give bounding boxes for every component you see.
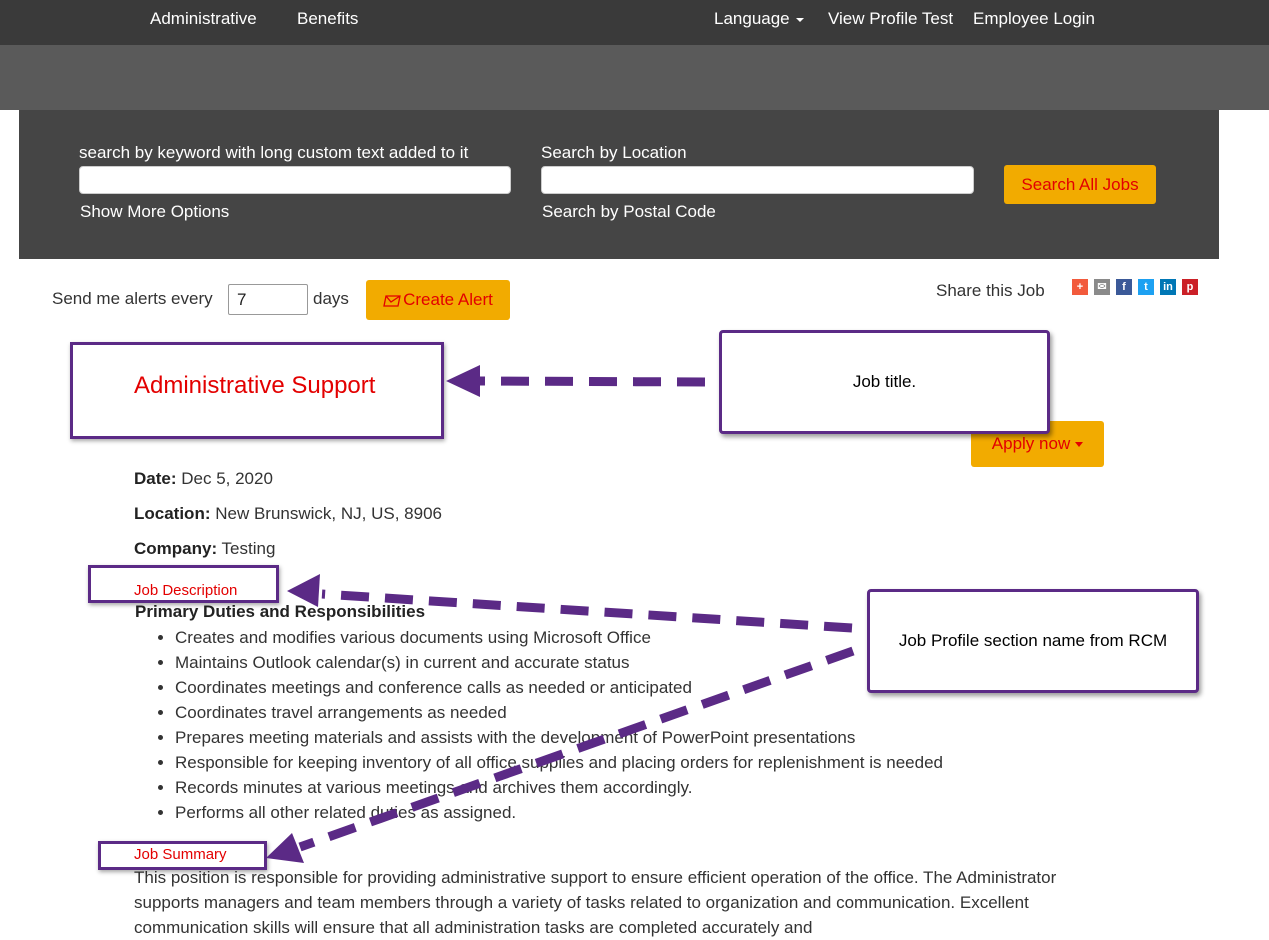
caret-down-icon <box>1075 442 1084 448</box>
email-icon[interactable]: ✉ <box>1094 279 1110 295</box>
alert-days-label: days <box>313 289 349 308</box>
search-all-jobs-button[interactable]: Search All Jobs <box>1004 165 1156 204</box>
list-item: Coordinates travel arrangements as neede… <box>175 700 943 725</box>
section-name-callout: Job Profile section name from RCM <box>867 589 1199 693</box>
nav-view-profile[interactable]: View Profile Test <box>828 9 953 29</box>
language-dropdown[interactable]: Language <box>714 9 804 29</box>
job-title-highlight-box <box>70 342 444 439</box>
job-location: Location: New Brunswick, NJ, US, 8906 <box>134 504 442 524</box>
arrowhead-icon <box>266 833 304 863</box>
job-title-callout: Job title. <box>719 330 1050 434</box>
nav-benefits[interactable]: Benefits <box>297 9 358 29</box>
keyword-label: search by keyword with long custom text … <box>79 143 469 162</box>
location-value: New Brunswick, NJ, US, 8906 <box>215 504 442 523</box>
duties-heading: Primary Duties and Responsibilities <box>135 602 426 621</box>
share-icons: + ✉ f t in p <box>1072 279 1198 295</box>
header-banner <box>0 45 1269 110</box>
apply-now-label: Apply now <box>991 434 1071 453</box>
list-item: Records minutes at various meetings and … <box>175 775 943 800</box>
location-label: Search by Location <box>541 143 687 162</box>
location-label: Location: <box>134 504 211 523</box>
pinterest-icon[interactable]: p <box>1182 279 1198 295</box>
nav-employee-login[interactable]: Employee Login <box>973 9 1095 29</box>
company-label: Company: <box>134 539 218 558</box>
list-item: Maintains Outlook calendar(s) in current… <box>175 650 943 675</box>
job-description-highlight-box <box>88 565 279 603</box>
facebook-icon[interactable]: f <box>1116 279 1132 295</box>
postal-code-link[interactable]: Search by Postal Code <box>542 202 716 222</box>
job-company: Company: Testing <box>134 539 275 559</box>
top-navigation: Administrative Benefits Language View Pr… <box>0 0 1269 45</box>
keyword-input[interactable] <box>79 166 511 194</box>
job-summary-highlight-box <box>98 841 267 870</box>
list-item: Prepares meeting materials and assists w… <box>175 725 943 750</box>
alert-days-input[interactable]: 7 <box>228 284 308 315</box>
arrowhead-icon <box>446 365 480 397</box>
list-item: Coordinates meetings and conference call… <box>175 675 943 700</box>
duties-list: Creates and modifies various documents u… <box>135 625 943 825</box>
twitter-icon[interactable]: t <box>1138 279 1154 295</box>
arrow-to-job-title <box>477 376 706 387</box>
alert-prefix-label: Send me alerts every <box>52 289 213 308</box>
date-value: Dec 5, 2020 <box>181 469 273 488</box>
create-alert-label: Create Alert <box>403 290 493 309</box>
chevron-down-icon <box>795 17 804 22</box>
show-more-options-link[interactable]: Show More Options <box>80 202 229 222</box>
date-label: Date: <box>134 469 177 488</box>
list-item: Performs all other related duties as ass… <box>175 800 943 825</box>
location-input[interactable] <box>541 166 974 194</box>
share-label: Share this Job <box>936 281 1045 300</box>
list-item: Creates and modifies various documents u… <box>175 625 943 650</box>
job-summary-text: This position is responsible for providi… <box>134 868 1057 937</box>
company-value: Testing <box>221 539 276 558</box>
plus-share-icon[interactable]: + <box>1072 279 1088 295</box>
linkedin-icon[interactable]: in <box>1160 279 1176 295</box>
language-label: Language <box>714 9 790 28</box>
search-panel: search by keyword with long custom text … <box>19 110 1219 259</box>
create-alert-button[interactable]: Create Alert <box>366 280 510 320</box>
nav-administrative[interactable]: Administrative <box>150 9 257 29</box>
envelope-icon <box>383 294 401 307</box>
list-item: Responsible for keeping inventory of all… <box>175 750 943 775</box>
job-date: Date: Dec 5, 2020 <box>134 469 273 489</box>
